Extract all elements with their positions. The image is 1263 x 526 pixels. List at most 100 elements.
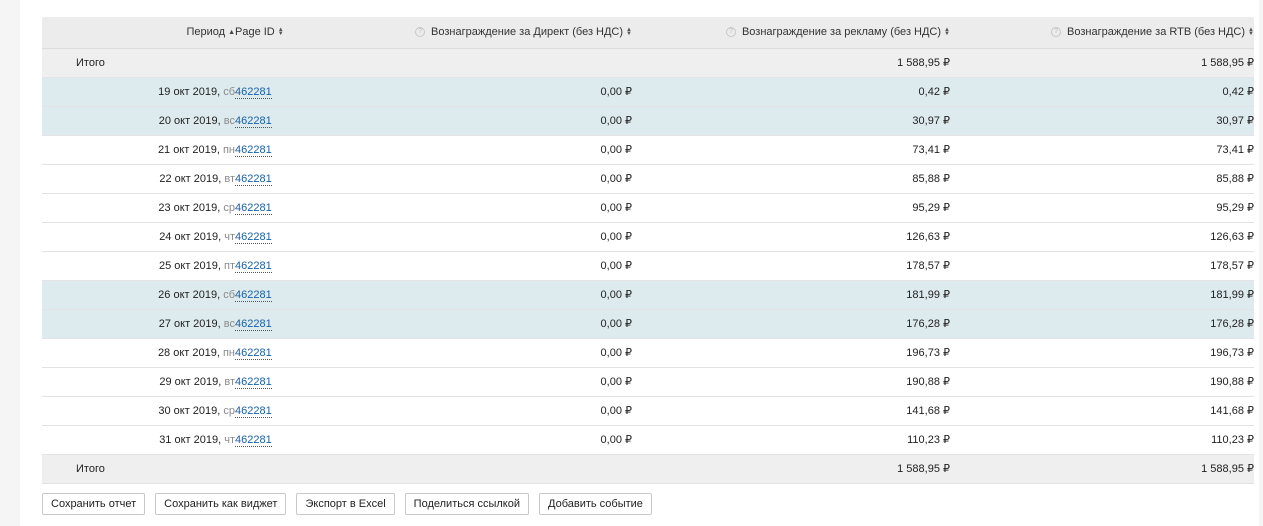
- cell-ads: 141,68 ₽: [906, 405, 950, 417]
- cell-direct: 0,00 ₽: [600, 289, 632, 301]
- help-icon[interactable]: ?: [1051, 27, 1062, 38]
- cell-page-id: 462281: [235, 367, 325, 396]
- page-id-link[interactable]: 462281: [235, 143, 272, 157]
- cell-period: 21 окт 2019, пн: [42, 135, 235, 164]
- table-row: 31 окт 2019, чт 462281 0,00 ₽ 110,23 ₽ 110,2…: [42, 425, 1254, 454]
- table-row: 22 окт 2019, вт 462281 0,00 ₽ 85,88 ₽ 85,88 …: [42, 164, 1254, 193]
- page-id-link[interactable]: 462281: [235, 288, 272, 302]
- cell-page-id: 462281: [235, 106, 325, 135]
- period-date: 19 окт 2019,: [158, 85, 221, 98]
- cell-direct: 0,00 ₽: [600, 144, 632, 156]
- period-weekday: сб: [223, 288, 235, 301]
- table-row: 21 окт 2019, пн 462281 0,00 ₽ 73,41 ₽ 73,41 …: [42, 135, 1254, 164]
- cell-direct: 0,00 ₽: [600, 318, 632, 330]
- cell-ads: 178,57 ₽: [906, 260, 950, 272]
- cell-page-id: 462281: [235, 135, 325, 164]
- column-header-page-id[interactable]: Page ID ▲ ▼: [235, 17, 325, 49]
- period-weekday: ср: [223, 201, 235, 214]
- period-weekday: вт: [224, 375, 235, 388]
- period-weekday: вс: [223, 114, 235, 127]
- cell-direct: 0,00 ₽: [600, 173, 632, 185]
- page-id-link[interactable]: 462281: [235, 259, 272, 273]
- cell-direct: 0,00 ₽: [600, 86, 632, 98]
- column-header-label: Вознаграждение за Директ (без НДС): [431, 26, 624, 39]
- add-event-button[interactable]: Добавить событие: [539, 493, 652, 515]
- sort-both-icon: ▲ ▼: [626, 27, 632, 38]
- page-id-link[interactable]: 462281: [235, 317, 272, 331]
- share-link-button[interactable]: Поделиться ссылкой: [404, 493, 529, 515]
- table-row: 28 окт 2019, пн 462281 0,00 ₽ 196,73 ₽ 196,7…: [42, 338, 1254, 367]
- cell-period: 25 окт 2019, пт: [42, 251, 235, 280]
- cell-ads: 126,63 ₽: [906, 231, 950, 243]
- table-header-row: Период ▲ Page ID ▲ ▼ ? Вознаграждение за Дир…: [42, 17, 1254, 49]
- table-row: 24 окт 2019, чт 462281 0,00 ₽ 126,63 ₽ 126,6…: [42, 222, 1254, 251]
- page-id-link[interactable]: 462281: [235, 230, 272, 244]
- cell-page-id: 462281: [235, 338, 325, 367]
- cell-ads: 85,88 ₽: [912, 173, 950, 185]
- stats-table-container: Период ▲ Page ID ▲ ▼ ? Вознаграждение за Дир…: [42, 17, 1254, 484]
- cell-page-id: 462281: [235, 251, 325, 280]
- cell-direct: 0,00 ₽: [600, 347, 632, 359]
- period-date: 29 окт 2019,: [159, 375, 222, 388]
- cell-rtb: 73,41 ₽: [1216, 144, 1254, 156]
- page-id-link[interactable]: 462281: [235, 404, 272, 418]
- export-excel-button[interactable]: Экспорт в Excel: [296, 493, 395, 515]
- page-id-link[interactable]: 462281: [235, 375, 272, 389]
- total-direct: [325, 454, 632, 483]
- cell-rtb: 178,57 ₽: [1210, 260, 1254, 272]
- cell-period: 20 окт 2019, вс: [42, 106, 235, 135]
- page-id-link[interactable]: 462281: [235, 114, 272, 128]
- table-row: 25 окт 2019, пт 462281 0,00 ₽ 178,57 ₽ 178,5…: [42, 251, 1254, 280]
- page-id-link[interactable]: 462281: [235, 433, 272, 447]
- column-header-rtb[interactable]: ? Вознаграждение за RTB (без НДС) ▲ ▼: [950, 17, 1254, 49]
- cell-ads: 110,23 ₽: [907, 434, 950, 446]
- total-label: Итого: [76, 56, 105, 69]
- stats-table: Период ▲ Page ID ▲ ▼ ? Вознаграждение за Дир…: [42, 17, 1254, 484]
- cell-page-id: 462281: [235, 309, 325, 338]
- page-id-link[interactable]: 462281: [235, 85, 272, 99]
- period-weekday: вт: [224, 172, 235, 185]
- cell-period: 31 окт 2019, чт: [42, 425, 235, 454]
- cell-direct: 0,00 ₽: [600, 376, 632, 388]
- total-ads: 1 588,95 ₽: [897, 463, 950, 475]
- column-header-ads[interactable]: ? Вознаграждение за рекламу (без НДС) ▲ ▼: [632, 17, 950, 49]
- sort-both-icon: ▲ ▼: [944, 27, 950, 38]
- cell-period: 24 окт 2019, чт: [42, 222, 235, 251]
- column-header-direct[interactable]: ? Вознаграждение за Директ (без НДС) ▲ ▼: [325, 17, 632, 49]
- period-date: 24 окт 2019,: [159, 230, 222, 243]
- page-id-link[interactable]: 462281: [235, 346, 272, 360]
- cell-period: 28 окт 2019, пн: [42, 338, 235, 367]
- period-date: 20 окт 2019,: [158, 114, 221, 127]
- cell-page-id: 462281: [235, 396, 325, 425]
- cell-period: 22 окт 2019, вт: [42, 164, 235, 193]
- cell-direct: 0,00 ₽: [600, 405, 632, 417]
- column-header-period[interactable]: Период ▲: [42, 17, 235, 49]
- period-weekday: ср: [223, 404, 235, 417]
- table-row: 20 окт 2019, вс 462281 0,00 ₽ 30,97 ₽ 30,97 …: [42, 106, 1254, 135]
- period-weekday: пн: [222, 346, 235, 359]
- save-widget-button[interactable]: Сохранить как виджет: [155, 493, 287, 515]
- save-report-button[interactable]: Сохранить отчет: [42, 493, 146, 515]
- cell-page-id: 462281: [235, 280, 325, 309]
- cell-rtb: 176,28 ₽: [1210, 318, 1254, 330]
- period-date: 31 окт 2019,: [159, 433, 222, 446]
- right-margin: [1259, 0, 1263, 526]
- period-weekday: чт: [224, 433, 235, 446]
- total-row-top: Итого 1 588,95 ₽ 1 588,95 ₽: [42, 48, 1254, 77]
- cell-page-id: 462281: [235, 164, 325, 193]
- total-ads: 1 588,95 ₽: [897, 57, 950, 69]
- cell-period: 23 окт 2019, ср: [42, 193, 235, 222]
- total-rtb: 1 588,95 ₽: [1201, 57, 1254, 69]
- period-date: 23 окт 2019,: [158, 201, 221, 214]
- cell-period: 26 окт 2019, сб: [42, 280, 235, 309]
- help-icon[interactable]: ?: [725, 27, 736, 38]
- cell-rtb: 30,97 ₽: [1216, 115, 1254, 127]
- cell-rtb: 126,63 ₽: [1210, 231, 1254, 243]
- cell-ads: 196,73 ₽: [906, 347, 950, 359]
- help-icon[interactable]: ?: [415, 27, 426, 38]
- page-id-link[interactable]: 462281: [235, 172, 272, 186]
- page-id-link[interactable]: 462281: [235, 201, 272, 215]
- total-page-id: [235, 48, 325, 77]
- cell-direct: 0,00 ₽: [600, 434, 632, 446]
- period-weekday: сб: [223, 85, 235, 98]
